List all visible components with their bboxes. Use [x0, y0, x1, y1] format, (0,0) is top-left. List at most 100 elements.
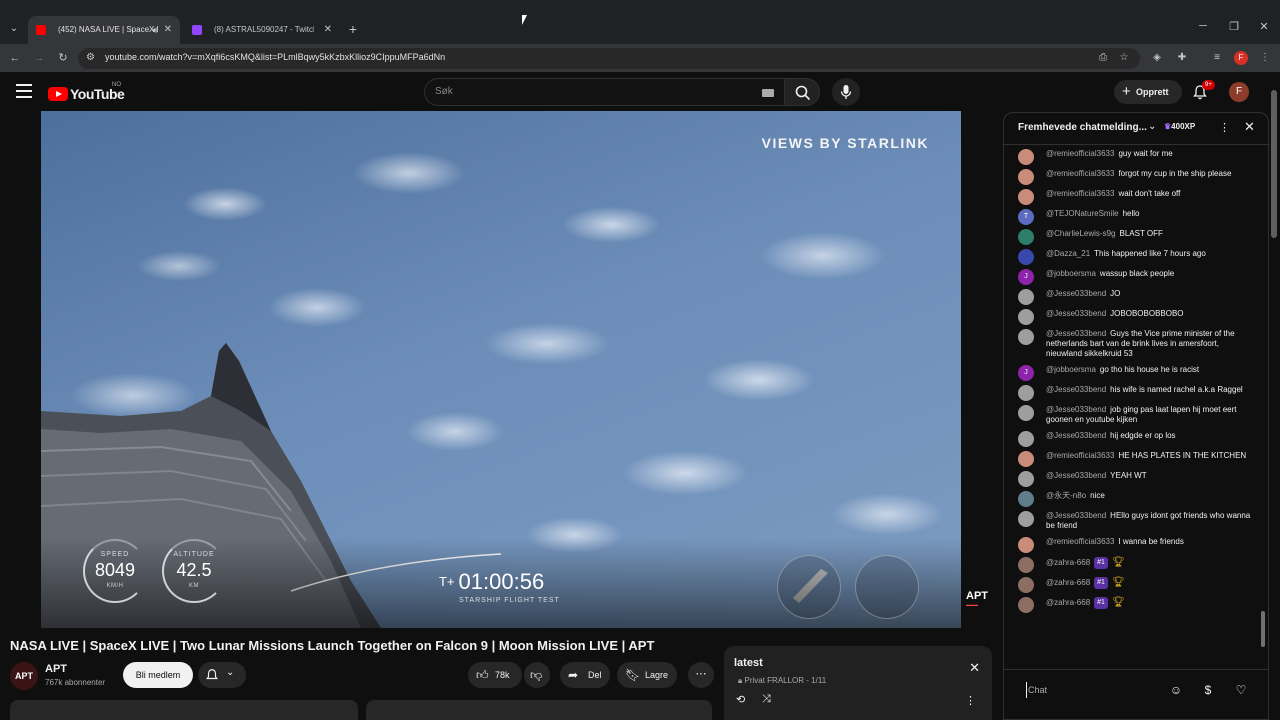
page-scrollbar[interactable] [1271, 84, 1277, 704]
chat-message[interactable]: @remieofficial3633 HE HAS PLATES IN THE K… [1004, 448, 1260, 468]
notification-settings-button[interactable]: ⌄ [198, 662, 246, 688]
voice-search-button[interactable] [832, 78, 860, 106]
create-button[interactable]: + Opprett [1114, 80, 1182, 104]
hamburger-menu-icon[interactable] [16, 84, 32, 98]
heart-icon[interactable]: ♡ [1233, 682, 1249, 698]
chat-avatar[interactable] [1018, 309, 1034, 325]
playlist-title[interactable]: latest [734, 657, 763, 669]
xp-badge[interactable]: ♛400XP [1164, 122, 1195, 131]
page-scroll-thumb[interactable] [1271, 90, 1277, 238]
chat-author[interactable]: @remieofficial3633 [1046, 189, 1114, 198]
description-box-secondary[interactable] [366, 700, 712, 720]
channel-name[interactable]: APT [45, 663, 67, 675]
chat-author[interactable]: @Jesse033bend [1046, 431, 1106, 440]
chat-message[interactable]: @CharlieLewis-s9g BLAST OFF [1004, 226, 1260, 246]
tab-close-icon[interactable]: ✕ [164, 16, 172, 44]
chat-avatar[interactable] [1018, 511, 1034, 527]
chat-author[interactable]: @TEJONatureSmile [1046, 209, 1119, 218]
chat-author[interactable]: @Jesse033bend [1046, 471, 1106, 480]
more-actions-button[interactable]: ⋯ [688, 662, 714, 688]
join-membership-button[interactable]: Bli medlem [123, 662, 193, 688]
chat-scrollbar[interactable] [1261, 149, 1265, 659]
chat-author[interactable]: @jobboersma [1046, 365, 1096, 374]
chat-avatar[interactable] [1018, 385, 1034, 401]
chat-menu-icon[interactable]: ⋮ [1219, 121, 1230, 134]
bookmark-star-icon[interactable]: ☆ [1117, 51, 1131, 65]
chat-message[interactable]: @Jesse033bend hij edgde er op los [1004, 428, 1260, 448]
chat-message[interactable]: @remieofficial3633 guy wait for me [1004, 146, 1260, 166]
media-control-icon[interactable]: ≡ [1210, 51, 1224, 65]
tab-close-icon[interactable]: ✕ [324, 16, 332, 44]
youtube-logo[interactable]: YouTube NO [48, 82, 125, 103]
chat-message[interactable]: @Jesse033bend YEAH WT [1004, 468, 1260, 488]
minimize-icon[interactable]: ─ [1196, 20, 1210, 32]
chat-avatar[interactable] [1018, 597, 1034, 613]
super-chat-icon[interactable]: $ [1200, 682, 1216, 698]
dislike-button[interactable]: 👎︎ [524, 662, 550, 688]
chat-avatar[interactable] [1018, 537, 1034, 553]
chat-message[interactable]: @remieofficial3633 I wanna be friends [1004, 534, 1260, 554]
chat-avatar[interactable] [1018, 329, 1034, 345]
chevron-down-icon[interactable]: ⌄ [1148, 121, 1156, 132]
chat-author[interactable]: @remieofficial3633 [1046, 169, 1114, 178]
restore-icon[interactable]: ❐ [1227, 20, 1241, 33]
chat-avatar[interactable] [1018, 405, 1034, 421]
new-tab-plus-icon[interactable]: + [346, 20, 360, 38]
speaker-icon[interactable]: 🔊︎ [152, 16, 158, 44]
search-button[interactable] [784, 78, 820, 106]
browser-tab-twitch[interactable]: (8) ASTRAL5090247 - Twitch ✕ [184, 16, 340, 44]
browser-menu-icon[interactable]: ⋮ [1258, 51, 1272, 65]
like-button[interactable]: 👍︎ 78k [468, 662, 522, 688]
chat-avatar[interactable] [1018, 149, 1034, 165]
chat-message[interactable]: @Jesse033bend JO [1004, 286, 1260, 306]
chat-avatar[interactable] [1018, 431, 1034, 447]
chat-avatar[interactable]: J [1018, 269, 1034, 285]
chat-message[interactable]: @Jesse033bend HEllo guys idont got friend… [1004, 508, 1260, 534]
window-close-icon[interactable]: ✕ [1257, 20, 1271, 33]
loop-icon[interactable]: ⟲ [736, 693, 745, 706]
chat-close-icon[interactable]: ✕ [1244, 119, 1255, 135]
chat-author[interactable]: @Jesse033bend [1046, 405, 1106, 414]
chat-message[interactable]: @zahra-668 #1 🏆︎ [1004, 594, 1260, 614]
site-info-icon[interactable]: ⚙ [86, 52, 95, 63]
chat-mode-selector[interactable]: Fremhevede chatmelding... [1018, 122, 1147, 133]
chat-avatar[interactable] [1018, 471, 1034, 487]
chat-message[interactable]: @zahra-668 #1 🏆︎ [1004, 574, 1260, 594]
video-player[interactable]: VIEWS BY STARLINK SPEED 8049 KM/H ALTITU… [41, 111, 961, 628]
playlist-more-icon[interactable]: ⋮ [965, 694, 976, 707]
chat-avatar[interactable] [1018, 229, 1034, 245]
chat-message[interactable]: @Dazza_21 This happened like 7 hours ago [1004, 246, 1260, 266]
chat-avatar[interactable]: J [1018, 365, 1034, 381]
back-arrow-icon[interactable]: ← [7, 50, 23, 66]
search-input[interactable]: Søk [424, 78, 784, 106]
forward-arrow-icon[interactable]: → [31, 50, 47, 66]
chat-author[interactable]: @Jesse033bend [1046, 309, 1106, 318]
extension-icon[interactable]: ◈ [1150, 51, 1164, 65]
chat-avatar[interactable] [1018, 249, 1034, 265]
reload-icon[interactable]: ↻ [55, 50, 71, 66]
chat-author[interactable]: @Jesse033bend [1046, 511, 1106, 520]
chat-message[interactable]: @Jesse033bend his wife is named rachel a.… [1004, 382, 1260, 402]
channel-avatar[interactable]: APT [10, 662, 38, 690]
chat-message[interactable]: @remieofficial3633 forgot my cup in the s… [1004, 166, 1260, 186]
chat-avatar[interactable] [1018, 169, 1034, 185]
chat-avatar[interactable] [1018, 557, 1034, 573]
chat-avatar[interactable] [1018, 289, 1034, 305]
chat-author[interactable]: @永天-n8o [1046, 491, 1086, 500]
chat-message[interactable]: @Jesse033bend job ging pas laat lapen hij… [1004, 402, 1260, 428]
chat-author[interactable]: @zahra-668 [1046, 558, 1090, 567]
chat-author[interactable]: @CharlieLewis-s9g [1046, 229, 1115, 238]
chat-message-list[interactable]: @remieofficial3633 guy wait for me @remieo… [1004, 146, 1260, 666]
chat-message[interactable]: @Jesse033bend JOBOBOBOBBOBO [1004, 306, 1260, 326]
shuffle-icon[interactable]: ⤨ [762, 693, 771, 706]
chat-author[interactable]: @remieofficial3633 [1046, 149, 1114, 158]
chat-avatar[interactable] [1018, 577, 1034, 593]
chat-message[interactable]: J @jobboersma wassup black people [1004, 266, 1260, 286]
puzzle-icon[interactable]: ✚ [1175, 51, 1189, 65]
save-button[interactable]: 🔖︎ Lagre [617, 662, 677, 688]
chat-author[interactable]: @Jesse033bend [1046, 385, 1106, 394]
chat-author[interactable]: @zahra-668 [1046, 578, 1090, 587]
chat-author[interactable]: @zahra-668 [1046, 598, 1090, 607]
chat-message[interactable]: @remieofficial3633 wait don't take off [1004, 186, 1260, 206]
chat-message[interactable]: @zahra-668 #1 🏆︎ [1004, 554, 1260, 574]
